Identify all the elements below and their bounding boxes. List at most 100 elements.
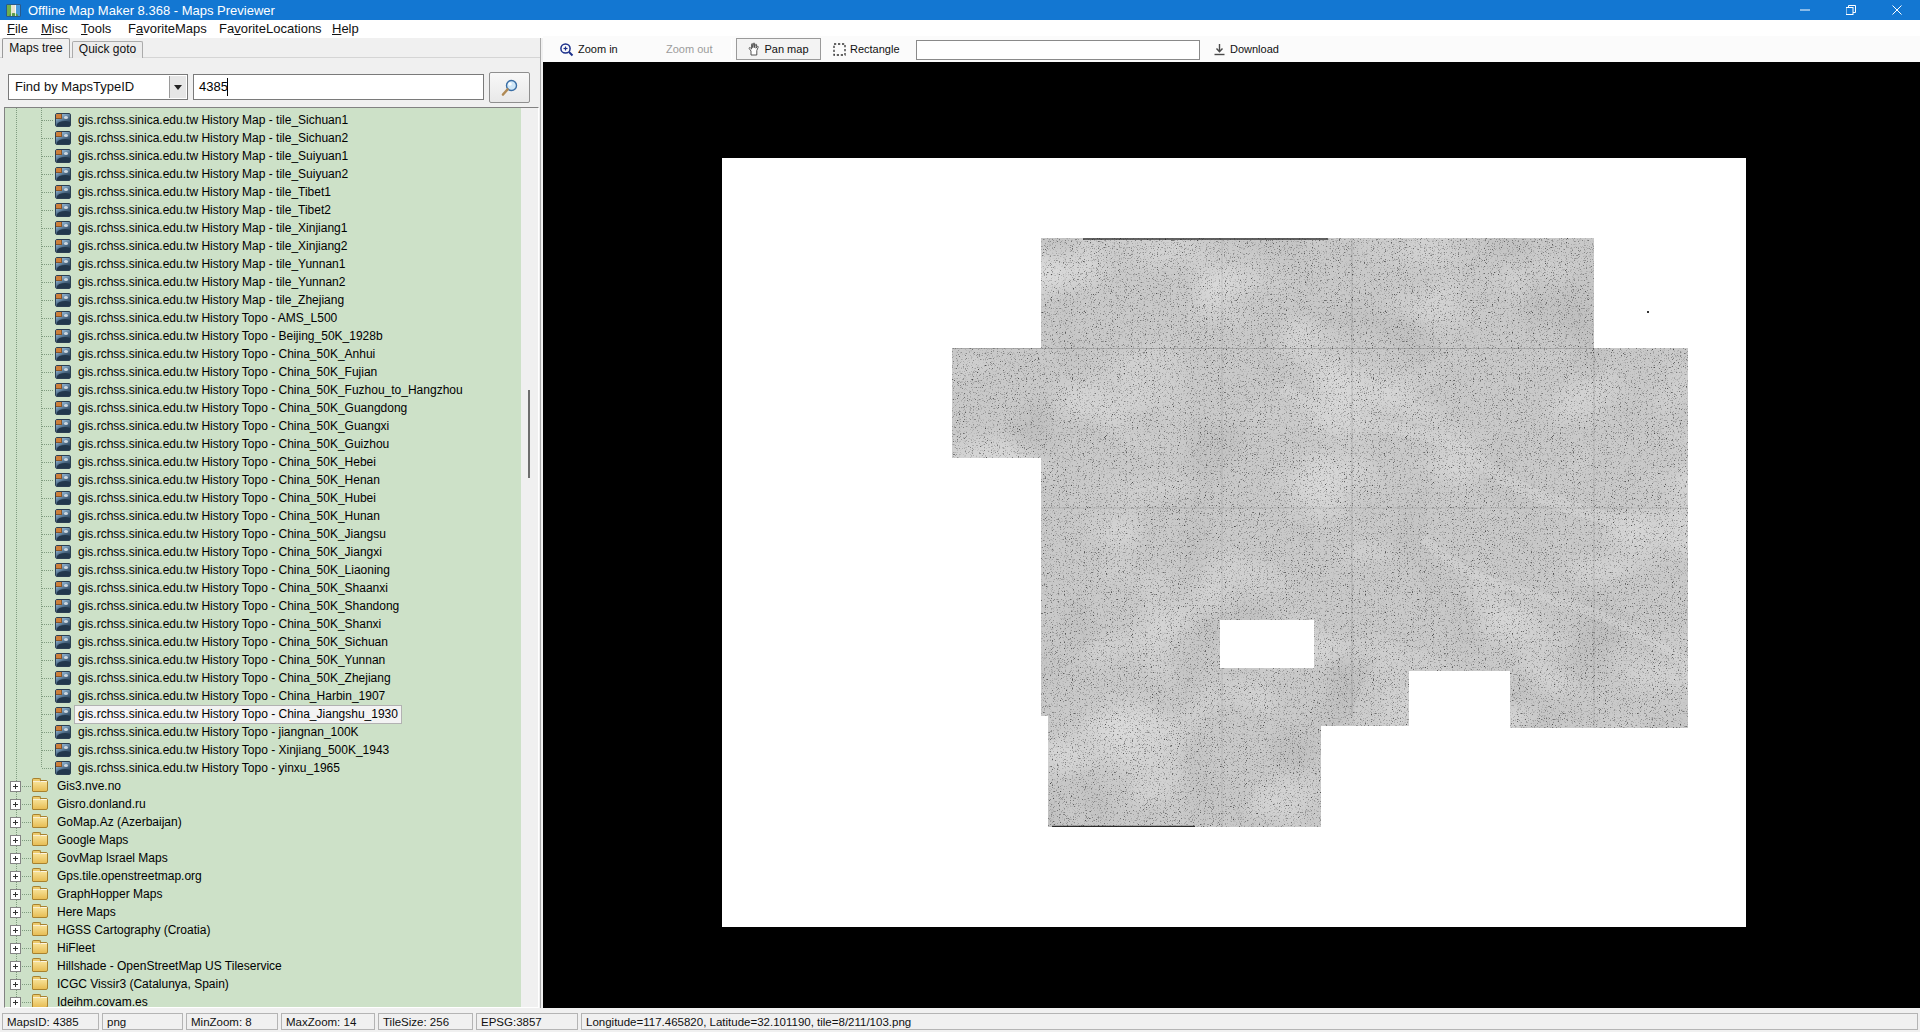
expand-plus-icon[interactable] — [10, 781, 21, 792]
magnifier-icon — [500, 78, 520, 98]
tree-folder[interactable]: HGSS Cartography (Croatia) — [5, 921, 521, 939]
tree-scrollbar[interactable] — [521, 108, 538, 1007]
tree-item[interactable]: gis.rchss.sinica.edu.tw History Topo - C… — [5, 561, 521, 579]
hand-icon — [748, 42, 760, 56]
folder-icon — [32, 978, 48, 990]
rectangle-button[interactable]: Rectangle — [831, 36, 902, 62]
expand-plus-icon[interactable] — [10, 961, 21, 972]
tree-item[interactable]: gis.rchss.sinica.edu.tw History Topo - C… — [5, 453, 521, 471]
tree-item[interactable]: gis.rchss.sinica.edu.tw History Map - ti… — [5, 273, 521, 291]
expand-plus-icon[interactable] — [10, 907, 21, 918]
tree-item[interactable]: gis.rchss.sinica.edu.tw History Topo - C… — [5, 543, 521, 561]
tree-item[interactable]: gis.rchss.sinica.edu.tw History Topo - B… — [5, 327, 521, 345]
tree-item[interactable]: gis.rchss.sinica.edu.tw History Topo - C… — [5, 345, 521, 363]
download-icon — [1213, 43, 1226, 56]
minimize-button[interactable] — [1782, 0, 1828, 20]
tree-scrollbar-thumb[interactable] — [528, 390, 530, 478]
zoom-in-button[interactable]: Zoom in — [559, 36, 618, 62]
tree-item[interactable]: gis.rchss.sinica.edu.tw History Topo - y… — [5, 759, 521, 777]
tree-folder[interactable]: Gps.tile.openstreetmap.org — [5, 867, 521, 885]
tree-item[interactable]: gis.rchss.sinica.edu.tw History Topo - C… — [5, 381, 521, 399]
tree-item[interactable]: gis.rchss.sinica.edu.tw History Topo - A… — [5, 309, 521, 327]
expand-plus-icon[interactable] — [10, 997, 21, 1007]
search-input[interactable]: 4385 — [193, 74, 484, 100]
tree-item[interactable]: gis.rchss.sinica.edu.tw History Topo - C… — [5, 525, 521, 543]
tree-folder[interactable]: GoMap.Az (Azerbaijan) — [5, 813, 521, 831]
tree-item[interactable]: gis.rchss.sinica.edu.tw History Map - ti… — [5, 183, 521, 201]
tree-item[interactable]: gis.rchss.sinica.edu.tw History Topo - C… — [5, 615, 521, 633]
tree-folder[interactable]: GraphHopper Maps — [5, 885, 521, 903]
tree-folder[interactable]: Ideihm.covam.es — [5, 993, 521, 1007]
menu-tools[interactable]: Tools — [81, 20, 111, 38]
tree-item[interactable]: gis.rchss.sinica.edu.tw History Map - ti… — [5, 201, 521, 219]
tree-item[interactable]: gis.rchss.sinica.edu.tw History Map - ti… — [5, 111, 521, 129]
tree-item[interactable]: gis.rchss.sinica.edu.tw History Topo - C… — [5, 363, 521, 381]
tree-item[interactable]: gis.rchss.sinica.edu.tw History Map - ti… — [5, 165, 521, 183]
pan-map-button[interactable]: Pan map — [736, 38, 821, 60]
tree-item[interactable]: gis.rchss.sinica.edu.tw History Topo - C… — [5, 579, 521, 597]
find-by-dropdown[interactable]: Find by MapsTypeID — [8, 74, 188, 100]
tree-folder[interactable]: Google Maps — [5, 831, 521, 849]
tree-folder[interactable]: HiFleet — [5, 939, 521, 957]
tree-item[interactable]: gis.rchss.sinica.edu.tw History Topo - C… — [5, 597, 521, 615]
close-button[interactable] — [1874, 0, 1920, 20]
tree-folder[interactable]: Gis3.nve.no — [5, 777, 521, 795]
expand-plus-icon[interactable] — [10, 889, 21, 900]
tree-item[interactable]: gis.rchss.sinica.edu.tw History Map - ti… — [5, 129, 521, 147]
tree-item[interactable]: gis.rchss.sinica.edu.tw History Map - ti… — [5, 291, 521, 309]
expand-plus-icon[interactable] — [10, 979, 21, 990]
tab-maps-tree[interactable]: Maps tree — [2, 38, 70, 58]
tree-item[interactable]: gis.rchss.sinica.edu.tw History Map - ti… — [5, 147, 521, 165]
menu-help[interactable]: Help — [332, 20, 359, 38]
tab-quick-goto[interactable]: Quick goto — [72, 41, 143, 58]
tree-item[interactable]: gis.rchss.sinica.edu.tw History Map - ti… — [5, 255, 521, 273]
expand-plus-icon[interactable] — [10, 799, 21, 810]
tree-item[interactable]: gis.rchss.sinica.edu.tw History Topo - C… — [5, 435, 521, 453]
tree-folder[interactable]: Here Maps — [5, 903, 521, 921]
expand-plus-icon[interactable] — [10, 925, 21, 936]
expand-plus-icon[interactable] — [10, 817, 21, 828]
tree-item[interactable]: gis.rchss.sinica.edu.tw History Topo - C… — [5, 417, 521, 435]
zoom-out-button[interactable]: Zoom out — [666, 36, 712, 62]
window-title: Offline Map Maker 8.368 - Maps Previewer — [28, 3, 275, 18]
expand-plus-icon[interactable] — [10, 835, 21, 846]
tree-folder[interactable]: Hillshade - OpenStreetMap US Tileservice — [5, 957, 521, 975]
expand-plus-icon[interactable] — [10, 943, 21, 954]
tree-item[interactable]: gis.rchss.sinica.edu.tw History Map - ti… — [5, 237, 521, 255]
download-button[interactable]: Download — [1213, 36, 1279, 62]
tree-item[interactable]: gis.rchss.sinica.edu.tw History Topo - C… — [5, 507, 521, 525]
tab-strip: Maps tree Quick goto — [0, 38, 541, 62]
folder-icon — [32, 798, 48, 810]
map-canvas[interactable] — [722, 158, 1746, 927]
tree-item[interactable]: gis.rchss.sinica.edu.tw History Topo - C… — [5, 669, 521, 687]
tree-item[interactable]: gis.rchss.sinica.edu.tw History Topo - C… — [5, 471, 521, 489]
tree-folder[interactable]: ICGC Vissir3 (Catalunya, Spain) — [5, 975, 521, 993]
tree-item[interactable]: gis.rchss.sinica.edu.tw History Topo - j… — [5, 723, 521, 741]
toolbar-input[interactable] — [916, 40, 1200, 60]
tree-folder[interactable]: Gisro.donland.ru — [5, 795, 521, 813]
menu-file[interactable]: File — [7, 20, 28, 38]
tree-item[interactable]: gis.rchss.sinica.edu.tw History Topo - C… — [5, 399, 521, 417]
map-tile-icon — [55, 527, 71, 541]
tree-item[interactable]: gis.rchss.sinica.edu.tw History Topo - C… — [5, 687, 521, 705]
menu-favoritemaps[interactable]: FavoriteMaps — [128, 20, 207, 38]
dropdown-arrow-icon[interactable] — [169, 76, 186, 98]
map-view[interactable] — [543, 62, 1920, 1008]
search-button[interactable] — [489, 72, 530, 103]
tree-folder[interactable]: GovMap Israel Maps — [5, 849, 521, 867]
menu-favoritelocations[interactable]: FavoriteLocations — [219, 20, 322, 38]
maps-tree-list[interactable]: gis.rchss.sinica.edu.tw History Map - ti… — [5, 108, 521, 1007]
tree-item[interactable]: gis.rchss.sinica.edu.tw History Topo - C… — [5, 633, 521, 651]
tree-item[interactable]: gis.rchss.sinica.edu.tw History Topo - C… — [5, 651, 521, 669]
tree-item[interactable]: gis.rchss.sinica.edu.tw History Topo - C… — [5, 705, 521, 723]
map-tile-icon — [55, 743, 71, 757]
title-bar: Offline Map Maker 8.368 - Maps Previewer — [0, 0, 1920, 20]
menu-misc[interactable]: Misc — [41, 20, 68, 38]
status-cell: EPSG:3857 — [476, 1013, 578, 1030]
expand-plus-icon[interactable] — [10, 853, 21, 864]
expand-plus-icon[interactable] — [10, 871, 21, 882]
restore-button[interactable] — [1828, 0, 1874, 20]
tree-item[interactable]: gis.rchss.sinica.edu.tw History Topo - C… — [5, 489, 521, 507]
tree-item[interactable]: gis.rchss.sinica.edu.tw History Topo - X… — [5, 741, 521, 759]
tree-item[interactable]: gis.rchss.sinica.edu.tw History Map - ti… — [5, 219, 521, 237]
